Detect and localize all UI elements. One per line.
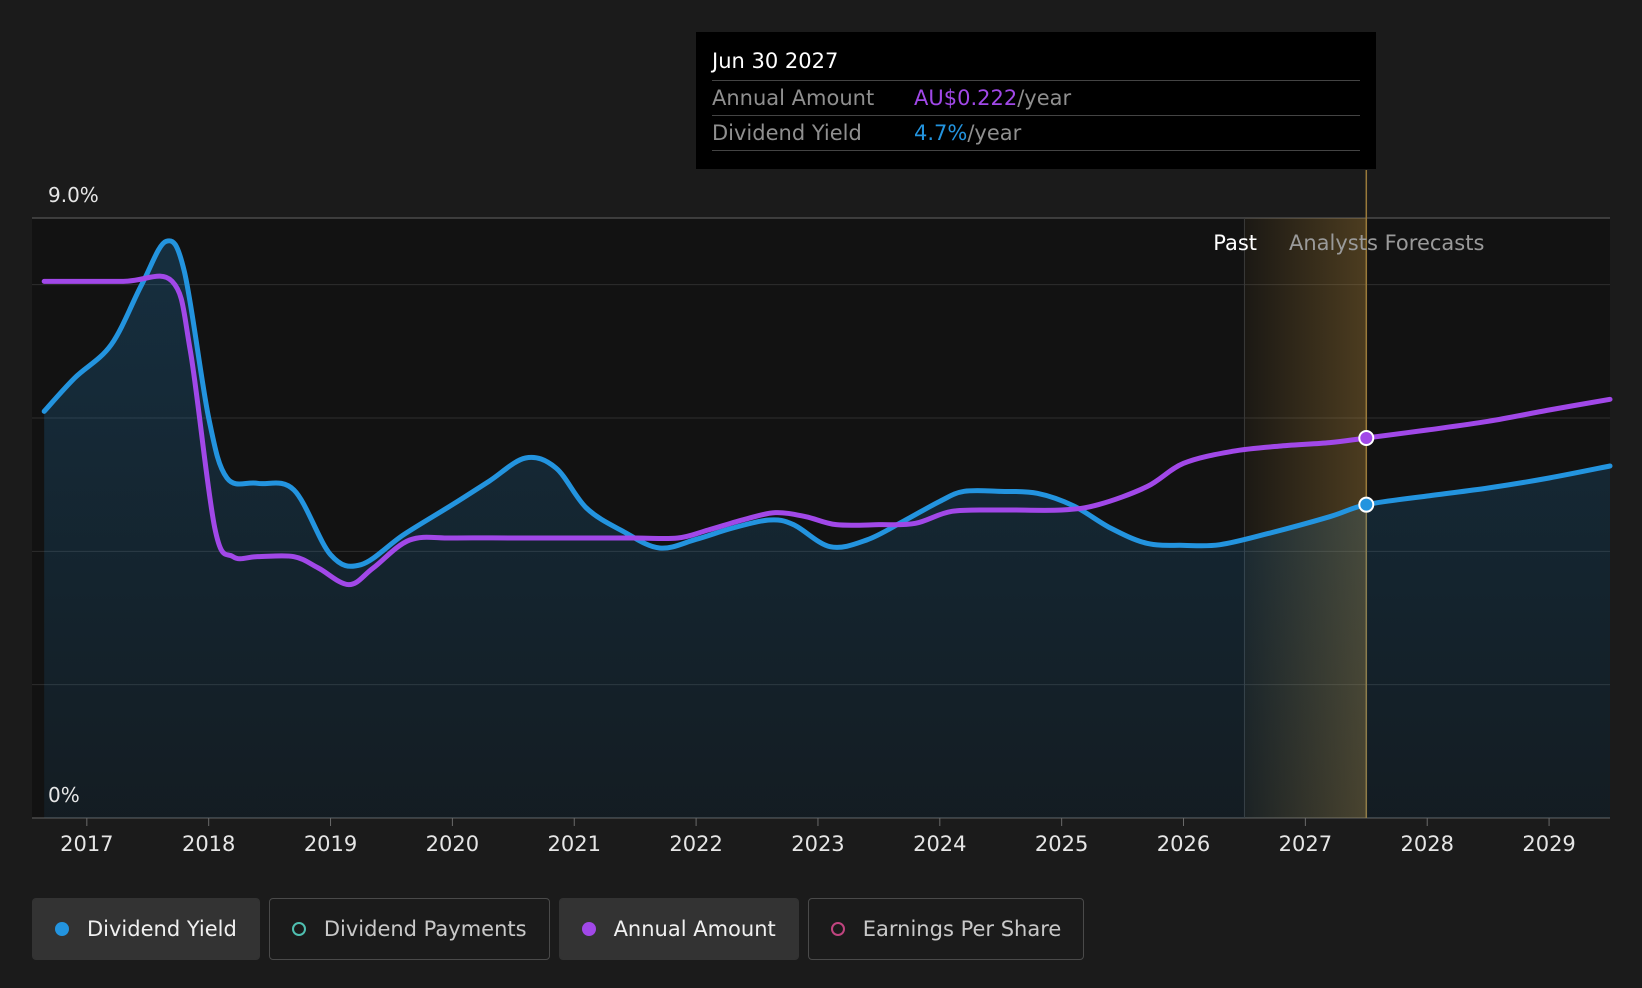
tooltip: Jun 30 2027 Annual Amount AU$0.222 /year… <box>696 32 1376 169</box>
y-tick-top: 9.0% <box>48 183 99 207</box>
y-tick-bottom: 0% <box>48 783 80 807</box>
tooltip-label: Annual Amount <box>712 86 875 110</box>
x-tick-label: 2026 <box>1157 832 1210 856</box>
x-tick-label: 2027 <box>1279 832 1332 856</box>
forecast-label: Analysts Forecasts <box>1289 231 1484 255</box>
legend: Dividend Yield Dividend Payments Annual … <box>32 898 1085 960</box>
x-tick-label: 2028 <box>1400 832 1453 856</box>
x-tick-label: 2025 <box>1035 832 1088 856</box>
tooltip-row-annual-amount: Annual Amount AU$0.222 /year <box>712 81 1360 116</box>
legend-dot-icon <box>581 922 596 936</box>
tooltip-unit: /year <box>967 121 1022 145</box>
legend-item-earnings-per-share[interactable]: Earnings Per Share <box>807 898 1085 960</box>
legend-dot-icon <box>830 922 845 936</box>
highlight-point <box>1358 430 1375 446</box>
legend-item-dividend-yield[interactable]: Dividend Yield <box>32 898 260 960</box>
x-tick-label: 2017 <box>60 832 113 856</box>
x-tick-label: 2019 <box>304 832 357 856</box>
legend-dot-icon <box>291 922 306 936</box>
tooltip-value: AU$0.222 <box>914 86 1018 110</box>
legend-dot-icon <box>55 922 69 936</box>
legend-label: Dividend Payments <box>323 917 527 941</box>
tooltip-value: 4.7% <box>914 121 968 145</box>
legend-label: Annual Amount <box>613 917 776 941</box>
past-label: Past <box>1213 231 1257 255</box>
legend-label: Earnings Per Share <box>862 917 1062 941</box>
tooltip-row-dividend-yield: Dividend Yield 4.7% /year <box>712 116 1360 151</box>
x-tick-label: 2023 <box>791 832 844 856</box>
tooltip-unit: /year <box>1017 86 1072 110</box>
x-tick-label: 2018 <box>182 832 235 856</box>
x-tick-label: 2021 <box>548 832 601 856</box>
legend-item-annual-amount[interactable]: Annual Amount <box>558 898 799 960</box>
x-tick-label: 2024 <box>913 832 966 856</box>
x-tick-label: 2029 <box>1522 832 1575 856</box>
legend-label: Dividend Yield <box>87 917 237 941</box>
tooltip-label: Dividend Yield <box>712 121 862 145</box>
legend-item-dividend-payments[interactable]: Dividend Payments <box>268 898 550 960</box>
x-tick-label: 2022 <box>669 832 722 856</box>
highlight-point <box>1358 496 1375 513</box>
x-tick-label: 2020 <box>426 832 479 856</box>
x-axis: 2017 2018 2019 2020 2021 2022 2023 2024 2025 2026… <box>60 818 1576 856</box>
tooltip-date: Jun 30 2027 <box>712 46 1360 81</box>
